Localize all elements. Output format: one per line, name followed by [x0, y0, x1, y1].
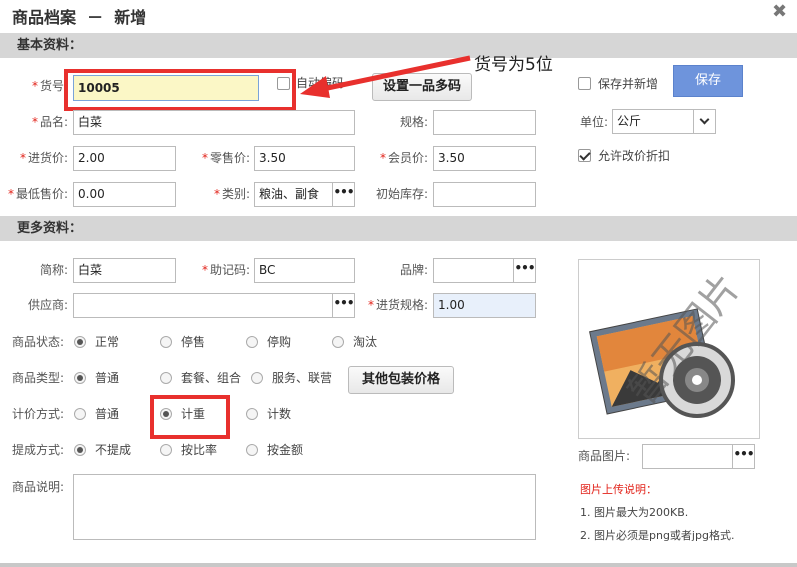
- status-option-stop-sale: 停售: [181, 335, 206, 349]
- short-name-label: 简称:: [39, 263, 68, 277]
- save-new-label: 保存并新增: [598, 77, 659, 91]
- sku-label: * 货号:: [31, 79, 68, 93]
- purchase-price-input[interactable]: 2.00: [73, 146, 176, 171]
- unit-select[interactable]: 公斤: [612, 109, 716, 134]
- min-price-label: * 最低售价:: [7, 187, 68, 201]
- save-new-checkbox[interactable]: [578, 77, 591, 90]
- purchase-price-label: * 进货价:: [19, 151, 68, 165]
- upload-note-1: 1. 图片最大为200KB.: [580, 506, 689, 519]
- type-radio-normal[interactable]: [74, 372, 86, 384]
- brand-input[interactable]: •••: [433, 258, 536, 283]
- status-radio-normal[interactable]: [74, 336, 86, 348]
- annotation-arrow-icon: [300, 55, 471, 98]
- other-pack-price-button[interactable]: 其他包装价格: [348, 366, 454, 394]
- short-name-input[interactable]: 白菜: [73, 258, 176, 283]
- type-label: 商品类型:: [11, 371, 64, 385]
- status-option-normal: 正常: [95, 335, 120, 349]
- status-radio-obsolete[interactable]: [332, 336, 344, 348]
- pricing-highlight-box: [150, 395, 230, 439]
- annotation-text: 货号为5位: [474, 55, 553, 75]
- supplier-label: 供应商:: [27, 298, 68, 312]
- commission-radio-amount[interactable]: [246, 444, 258, 456]
- upload-note-title: 图片上传说明：: [580, 483, 657, 496]
- status-radio-stop-purchase[interactable]: [246, 336, 258, 348]
- status-option-obsolete: 淘汰: [353, 335, 378, 349]
- initial-stock-label: 初始库存:: [375, 187, 428, 201]
- category-label: * 类别:: [213, 187, 250, 201]
- brand-label: 品牌:: [399, 263, 428, 277]
- more-icon[interactable]: •••: [332, 294, 354, 317]
- commission-radio-none[interactable]: [74, 444, 86, 456]
- min-price-input[interactable]: 0.00: [73, 182, 176, 207]
- pricing-radio-normal[interactable]: [74, 408, 86, 420]
- upload-note-2: 2. 图片必须是png或者jpg格式.: [580, 529, 735, 542]
- bottom-divider: [0, 563, 797, 567]
- more-icon[interactable]: •••: [732, 445, 754, 468]
- status-label: 商品状态:: [11, 335, 64, 349]
- mnemonic-input[interactable]: BC: [254, 258, 355, 283]
- retail-price-input[interactable]: 3.50: [254, 146, 355, 171]
- retail-price-label: * 零售价:: [201, 151, 250, 165]
- allow-discount-checkbox[interactable]: [578, 149, 591, 162]
- pricing-label: 计价方式:: [11, 407, 64, 421]
- commission-label: 提成方式:: [11, 443, 64, 457]
- type-radio-service[interactable]: [251, 372, 263, 384]
- chevron-down-icon[interactable]: [693, 110, 715, 133]
- description-label: 商品说明:: [11, 480, 64, 494]
- close-icon[interactable]: ✖: [772, 3, 787, 21]
- image-label: 商品图片:: [578, 449, 631, 463]
- unit-label: 单位:: [579, 115, 608, 129]
- type-option-service: 服务、联营: [272, 371, 333, 385]
- type-option-normal: 普通: [95, 371, 120, 385]
- member-price-input[interactable]: 3.50: [433, 146, 536, 171]
- description-textarea[interactable]: [73, 474, 536, 540]
- status-radio-stop-sale[interactable]: [160, 336, 172, 348]
- commission-option-ratio: 按比率: [181, 443, 218, 457]
- pricing-radio-count[interactable]: [246, 408, 258, 420]
- initial-stock-input[interactable]: [433, 182, 536, 207]
- unit-value: 公斤: [617, 114, 642, 128]
- type-radio-combo[interactable]: [160, 372, 172, 384]
- sku-highlight-box: [64, 69, 296, 111]
- spec-input[interactable]: [433, 110, 536, 135]
- purchase-spec-label: * 进货规格:: [367, 298, 428, 312]
- commission-radio-ratio[interactable]: [160, 444, 172, 456]
- section-bar-more: [0, 216, 797, 241]
- section-title-basic: 基本资料：: [17, 38, 83, 53]
- status-option-stop-purchase: 停购: [267, 335, 292, 349]
- dialog-title: 商品档案 － 新增: [12, 8, 147, 27]
- more-icon[interactable]: •••: [513, 259, 535, 282]
- section-title-more: 更多资料：: [17, 221, 83, 236]
- product-image-placeholder: 暂无图片: [578, 259, 760, 439]
- type-option-combo: 套餐、组合: [181, 371, 242, 385]
- category-input[interactable]: 粮油、副食 •••: [254, 182, 355, 207]
- purchase-spec-input[interactable]: 1.00: [433, 293, 536, 318]
- image-input[interactable]: •••: [642, 444, 755, 469]
- name-input[interactable]: 白菜: [73, 110, 355, 135]
- more-icon[interactable]: •••: [332, 183, 354, 206]
- member-price-label: * 会员价:: [379, 151, 428, 165]
- mnemonic-label: * 助记码:: [201, 263, 250, 277]
- pricing-option-count: 计数: [267, 407, 292, 421]
- commission-option-none: 不提成: [95, 443, 132, 457]
- category-value: 粮油、副食: [259, 187, 320, 201]
- supplier-input[interactable]: •••: [73, 293, 355, 318]
- name-label: * 品名:: [31, 115, 68, 129]
- save-button[interactable]: 保存: [673, 65, 743, 97]
- spec-label: 规格:: [399, 115, 428, 129]
- allow-discount-label: 允许改价折扣: [598, 149, 671, 163]
- commission-option-amount: 按金额: [267, 443, 304, 457]
- pricing-option-normal: 普通: [95, 407, 120, 421]
